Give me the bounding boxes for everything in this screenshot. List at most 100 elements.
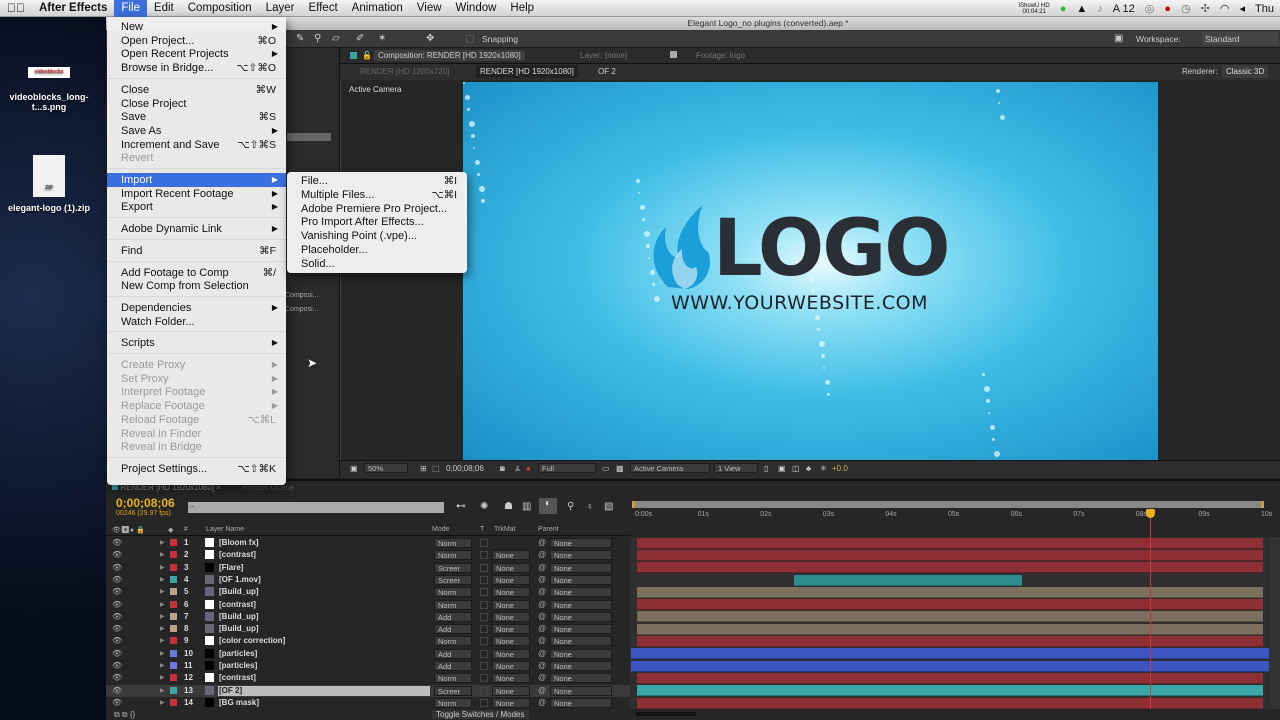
- trkmat-dropdown[interactable]: None: [492, 587, 530, 598]
- mode-dropdown[interactable]: Norm: [434, 550, 472, 561]
- label-color-swatch[interactable]: [170, 698, 177, 706]
- pick-whip-icon[interactable]: @: [538, 686, 546, 696]
- preserve-transparency-toggle[interactable]: [480, 637, 488, 646]
- parent-dropdown[interactable]: None: [550, 587, 612, 598]
- frame-blending-icon[interactable]: ▥: [522, 501, 531, 512]
- layer-row[interactable]: 👁 ▶ 3 [Flare] Screer None @ None: [106, 562, 631, 574]
- menu-view[interactable]: View: [410, 0, 449, 17]
- mode-dropdown[interactable]: Norm: [434, 587, 472, 598]
- menu-help[interactable]: Help: [503, 0, 541, 17]
- pick-whip-icon[interactable]: @: [538, 673, 546, 683]
- label-color-swatch[interactable]: [170, 637, 177, 645]
- pick-whip-icon[interactable]: @: [538, 624, 546, 634]
- workspace-dropdown[interactable]: Standard: [1202, 32, 1278, 45]
- drive-icon[interactable]: ▲: [1076, 3, 1087, 15]
- pick-whip-icon[interactable]: @: [538, 538, 546, 548]
- transparency-grid-icon[interactable]: ▩: [616, 464, 624, 473]
- trkmat-dropdown[interactable]: None: [492, 648, 530, 659]
- expand-triangle-icon[interactable]: ▶: [160, 575, 165, 585]
- menu-item-close[interactable]: Close ⌘W: [107, 83, 286, 97]
- import-item-pro-import-after-effects[interactable]: Pro Import After Effects...: [287, 215, 467, 229]
- expand-triangle-icon[interactable]: ▶: [160, 612, 165, 622]
- wifi-icon[interactable]: ◠: [1220, 2, 1230, 15]
- project-search[interactable]: [287, 133, 331, 141]
- layer-duration-bar[interactable]: [637, 562, 1263, 574]
- parent-dropdown[interactable]: None: [550, 636, 612, 647]
- menu-item-import[interactable]: Import ▶: [107, 173, 286, 187]
- snapshot-icon[interactable]: ◙: [500, 464, 505, 473]
- trkmat-dropdown[interactable]: None: [492, 636, 530, 647]
- axis-icon[interactable]: ✥: [426, 33, 434, 44]
- layer-row[interactable]: 👁 ▶ 14 [BG mask] Norm None @ None: [106, 697, 631, 709]
- preserve-transparency-toggle[interactable]: [480, 625, 488, 634]
- import-item-vanishing-point-vpe[interactable]: Vanishing Point (.vpe)...: [287, 229, 467, 243]
- layer-duration-bar[interactable]: [637, 611, 1263, 623]
- preserve-transparency-toggle[interactable]: [480, 588, 488, 597]
- menu-animation[interactable]: Animation: [345, 0, 410, 17]
- layer-duration-bar[interactable]: [637, 672, 1263, 684]
- mode-dropdown[interactable]: Norm: [434, 538, 472, 548]
- auto-keyframe-icon[interactable]: ♁: [586, 501, 594, 512]
- preserve-transparency-toggle[interactable]: [480, 551, 488, 560]
- label-color-swatch[interactable]: [170, 686, 177, 694]
- trkmat-dropdown[interactable]: None: [492, 697, 530, 708]
- preserve-transparency-toggle[interactable]: [480, 674, 488, 683]
- menu-item-add-footage-to-comp[interactable]: Add Footage to Comp ⌘/: [107, 266, 286, 280]
- header-layer-name[interactable]: Layer Name: [206, 526, 244, 533]
- mode-dropdown[interactable]: Norm: [434, 673, 472, 684]
- menu-edit[interactable]: Edit: [147, 0, 181, 17]
- layer-row[interactable]: 👁 ▶ 5 [Build_up] Norm None @ None: [106, 586, 631, 598]
- channel-icon[interactable]: ●: [526, 464, 531, 473]
- layer-row[interactable]: 👁 ▶ 12 [contrast] Norm None @ None: [106, 672, 631, 684]
- roto-brush-icon[interactable]: ✐: [356, 33, 364, 44]
- layer-search-input[interactable]: [188, 502, 444, 513]
- puppet-pin-icon[interactable]: ✶: [378, 33, 386, 44]
- mode-dropdown[interactable]: Screer: [434, 574, 472, 585]
- layer-row[interactable]: 👁 ▶ 4 [OF 1.mov] Screer None @ None: [106, 574, 631, 586]
- layer-name[interactable]: [color correction]: [218, 636, 430, 646]
- exposure-icon[interactable]: ✳: [820, 464, 827, 473]
- visibility-eye-icon[interactable]: 👁: [112, 563, 122, 573]
- tab-footage[interactable]: Footage: logo: [696, 51, 745, 60]
- preserve-transparency-toggle[interactable]: [480, 600, 488, 609]
- menu-item-increment-and-save[interactable]: Increment and Save ⌥⇧⌘S: [107, 138, 286, 152]
- layer-duration-bar[interactable]: [637, 537, 1263, 549]
- layer-row[interactable]: 👁 ▶ 6 [contrast] Norm None @ None: [106, 599, 631, 611]
- desktop-icon-zip[interactable]: ZIP elegant-logo (1).zip: [8, 155, 90, 213]
- time-machine-icon[interactable]: ◷: [1181, 2, 1191, 15]
- import-item-file[interactable]: File... ⌘I: [287, 174, 467, 188]
- parent-dropdown[interactable]: None: [550, 685, 612, 696]
- layer-name[interactable]: [contrast]: [218, 550, 430, 560]
- menu-effect[interactable]: Effect: [301, 0, 344, 17]
- expand-triangle-icon[interactable]: ▶: [160, 600, 165, 610]
- flowchart-icon[interactable]: ♣: [806, 464, 811, 473]
- parent-dropdown[interactable]: None: [550, 538, 612, 548]
- hide-shy-icon[interactable]: ☗: [504, 501, 513, 512]
- pick-whip-icon[interactable]: @: [538, 636, 546, 646]
- mode-dropdown[interactable]: Add: [434, 611, 472, 622]
- parent-dropdown[interactable]: None: [550, 673, 612, 684]
- pick-whip-icon[interactable]: @: [538, 575, 546, 585]
- layer-name[interactable]: [Build_up]: [218, 587, 430, 597]
- draft-3d-icon[interactable]: ✺: [480, 501, 488, 512]
- preserve-transparency-toggle[interactable]: [480, 649, 488, 658]
- menu-item-open-project[interactable]: Open Project... ⌘O: [107, 34, 286, 48]
- parent-dropdown[interactable]: None: [550, 611, 612, 622]
- expand-triangle-icon[interactable]: ▶: [160, 661, 165, 671]
- import-item-solid[interactable]: Solid...: [287, 257, 467, 271]
- menu-item-save[interactable]: Save ⌘S: [107, 110, 286, 124]
- layer-row[interactable]: 👁 ▶ 10 [particles] Add None @ None: [106, 648, 631, 660]
- mode-dropdown[interactable]: Add: [434, 648, 472, 659]
- trkmat-dropdown[interactable]: None: [492, 599, 530, 610]
- label-color-swatch[interactable]: [170, 674, 177, 682]
- expand-triangle-icon[interactable]: ▶: [160, 550, 165, 560]
- menu-item-adobe-dynamic-link[interactable]: Adobe Dynamic Link ▶: [107, 222, 286, 236]
- label-color-swatch[interactable]: [170, 649, 177, 657]
- expand-triangle-icon[interactable]: ▶: [160, 673, 165, 683]
- tab-composition[interactable]: Composition: RENDER [HD 1920x1080]: [374, 50, 525, 61]
- mode-dropdown[interactable]: Norm: [434, 636, 472, 647]
- pick-whip-icon[interactable]: @: [538, 563, 546, 573]
- visibility-eye-icon[interactable]: 👁: [112, 661, 122, 671]
- layer-row[interactable]: 👁 ▶ 1 [Bloom fx] Norm @ None: [106, 537, 631, 549]
- trkmat-dropdown[interactable]: None: [492, 562, 530, 573]
